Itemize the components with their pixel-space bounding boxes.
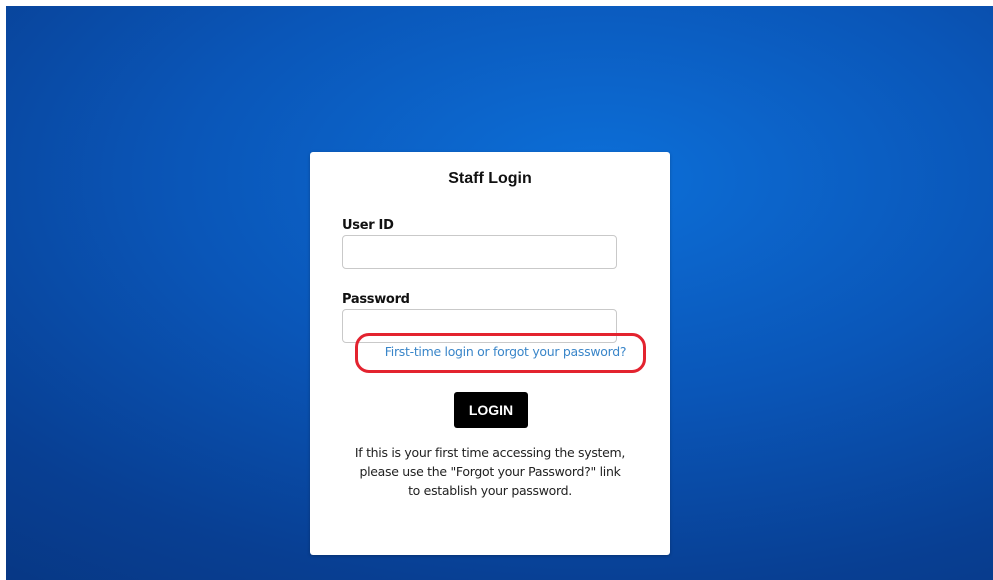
login-screen-background: Staff Login User ID Password First-time …: [6, 6, 993, 580]
login-card: Staff Login User ID Password First-time …: [310, 152, 670, 555]
login-button[interactable]: LOGIN: [454, 392, 528, 428]
forgot-password-link[interactable]: First-time login or forgot your password…: [310, 344, 670, 359]
password-label: Password: [342, 292, 410, 307]
info-line: to establish your password.: [408, 483, 572, 498]
info-line: If this is your first time accessing the…: [354, 445, 626, 460]
user-id-label: User ID: [342, 218, 394, 233]
first-time-info-text: If this is your first time accessing the…: [330, 443, 650, 500]
user-id-input[interactable]: [342, 235, 617, 269]
login-title: Staff Login: [448, 170, 532, 187]
info-line: please use the "Forgot your Password?" l…: [359, 464, 621, 479]
